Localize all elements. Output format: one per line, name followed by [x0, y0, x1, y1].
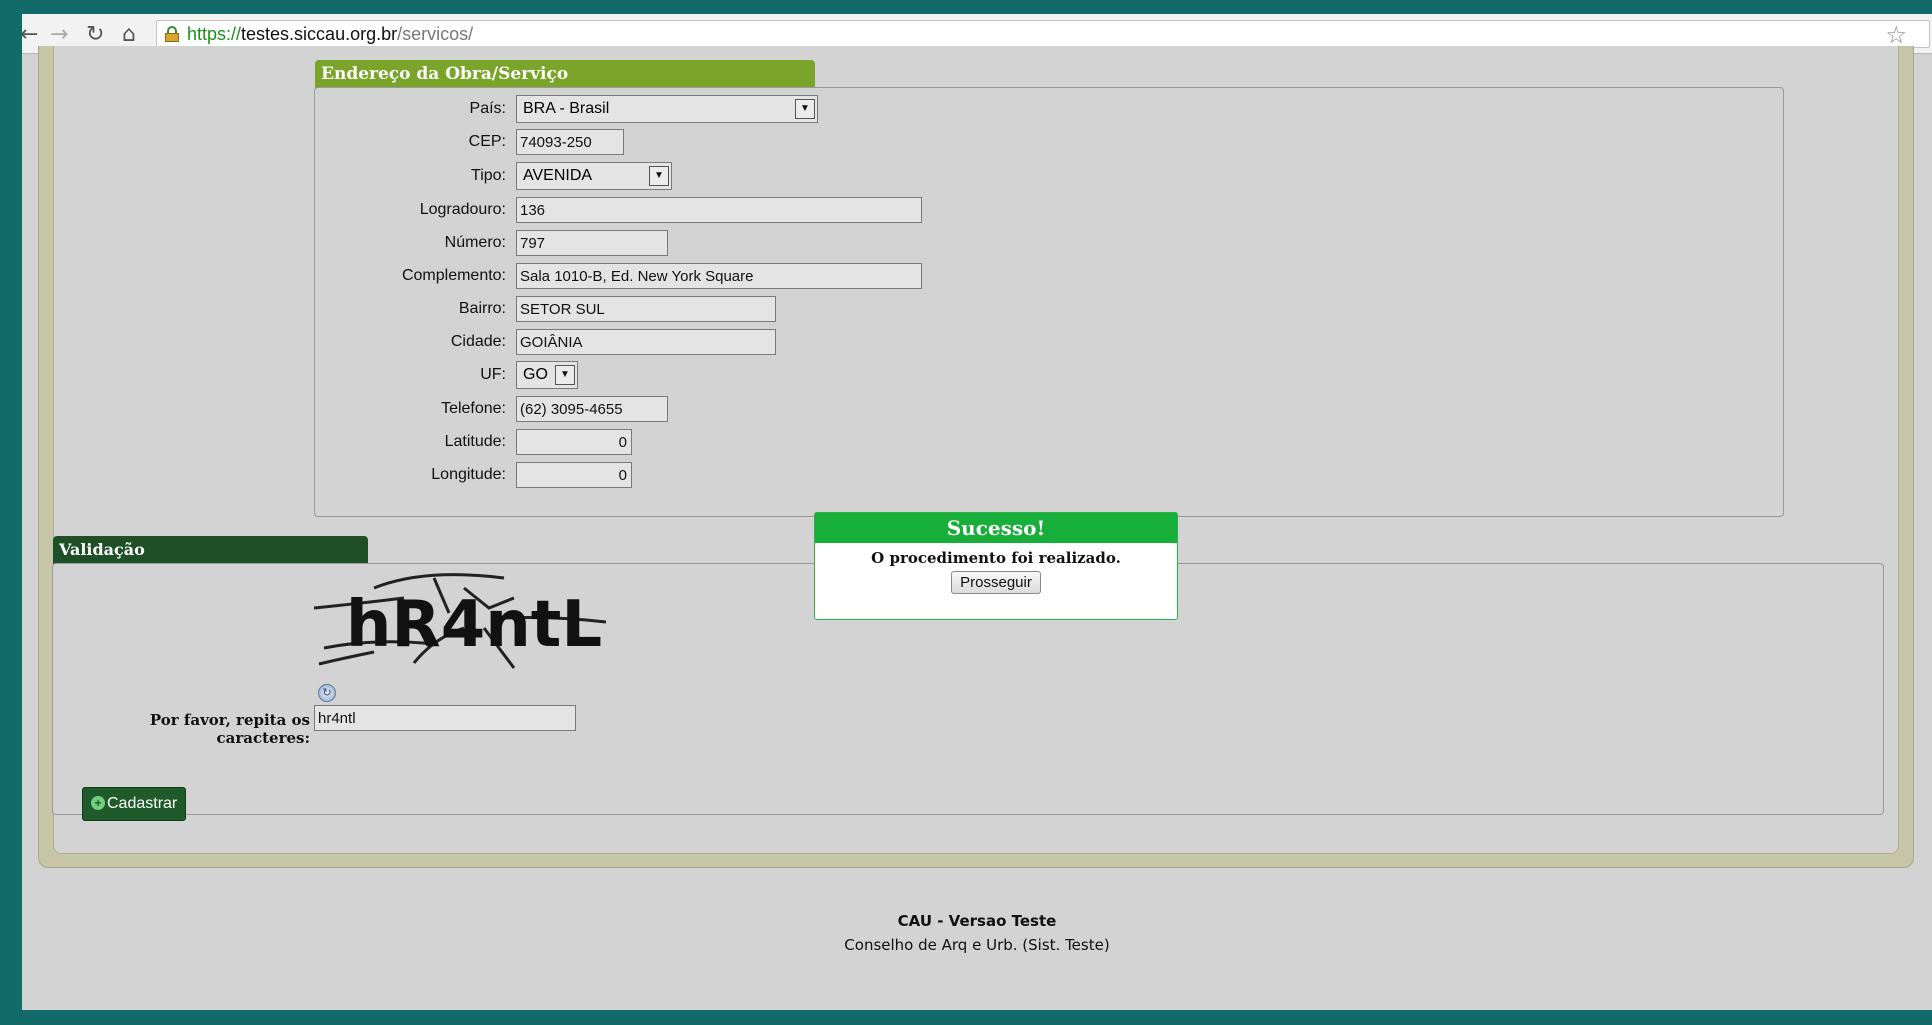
logradouro-field[interactable]: 136 — [516, 197, 922, 223]
chevron-down-icon: ▼ — [649, 166, 669, 186]
longitude-field[interactable]: 0 — [516, 462, 632, 488]
cadastrar-label: Cadastrar — [107, 795, 178, 812]
uf-value: GO — [523, 366, 548, 383]
latitude-label: Latitude: — [444, 433, 506, 450]
browser-window: ← → ↻ ⌂ https://testes.siccau.org.br/ser… — [22, 14, 1932, 1010]
reload-icon[interactable]: ↻ — [86, 22, 104, 47]
uf-select[interactable]: GO ▼ — [516, 361, 578, 389]
numero-field[interactable]: 797 — [516, 230, 668, 256]
chevron-down-icon: ▼ — [795, 99, 815, 119]
url-path: /servicos/ — [397, 24, 474, 44]
forward-arrow-icon[interactable]: → — [50, 22, 68, 47]
captcha-repeat-label: Por favor, repita os caracteres: — [149, 711, 310, 747]
cep-field[interactable]: 74093-250 — [516, 129, 624, 155]
latitude-field[interactable]: 0 — [516, 429, 632, 455]
complemento-label: Complemento: — [401, 267, 506, 284]
cidade-label: Cidade: — [450, 333, 506, 350]
cadastrar-button[interactable]: + Cadastrar — [82, 787, 187, 821]
url-host: testes.siccau.org.br — [241, 24, 398, 44]
logradouro-label: Logradouro: — [419, 201, 506, 218]
home-icon[interactable]: ⌂ — [122, 22, 136, 47]
pais-label: País: — [469, 100, 506, 117]
plus-circle-icon: + — [91, 796, 105, 810]
footer-title: CAU - Versao Teste — [897, 912, 1057, 930]
footer-subtitle: Conselho de Arq e Urb. (Sist. Teste) — [844, 936, 1110, 954]
uf-label: UF: — [480, 366, 506, 383]
prosseguir-button[interactable]: Prosseguir — [951, 571, 1041, 594]
address-section-title: Endereço da Obra/Serviço — [315, 60, 815, 88]
longitude-label: Longitude: — [431, 466, 506, 483]
pais-select[interactable]: BRA - Brasil ▼ — [516, 95, 818, 123]
dialog-title: Sucesso! — [815, 513, 1177, 543]
telefone-label: Telefone: — [441, 400, 506, 417]
cidade-field[interactable]: GOIÂNIA — [516, 329, 776, 355]
captcha-input[interactable]: hr4ntl — [314, 705, 576, 731]
numero-label: Número: — [444, 234, 506, 251]
cep-label: CEP: — [468, 133, 506, 150]
dialog-message: O procedimento foi realizado. — [871, 549, 1121, 567]
pais-value: BRA - Brasil — [523, 100, 610, 117]
tipo-value: AVENIDA — [523, 167, 593, 184]
complemento-field[interactable]: Sala 1010-B, Ed. New York Square — [516, 263, 922, 289]
address-bar[interactable]: https://testes.siccau.org.br/servicos/ ☆ — [156, 20, 1930, 49]
tipo-select[interactable]: AVENIDA ▼ — [516, 162, 672, 190]
success-dialog: Sucesso! O procedimento foi realizado. P… — [814, 512, 1178, 620]
bookmark-star-icon[interactable]: ☆ — [1885, 21, 1907, 49]
refresh-captcha-icon[interactable]: ↻ — [318, 684, 336, 702]
url-text: https://testes.siccau.org.br/servicos/ — [187, 24, 473, 45]
chevron-down-icon: ▼ — [555, 365, 575, 385]
captcha-image: hR4ntL — [314, 573, 606, 669]
tipo-label: Tipo: — [471, 167, 506, 184]
validation-section-title: Validação — [53, 536, 368, 564]
bairro-field[interactable]: SETOR SUL — [516, 296, 776, 322]
url-scheme: https:// — [187, 24, 242, 44]
telefone-field[interactable]: (62) 3095-4655 — [516, 396, 668, 422]
secure-lock-icon — [165, 26, 179, 42]
bairro-label: Bairro: — [458, 300, 506, 317]
back-arrow-icon[interactable]: ← — [22, 22, 38, 47]
captcha-text: hR4ntL — [346, 588, 602, 662]
